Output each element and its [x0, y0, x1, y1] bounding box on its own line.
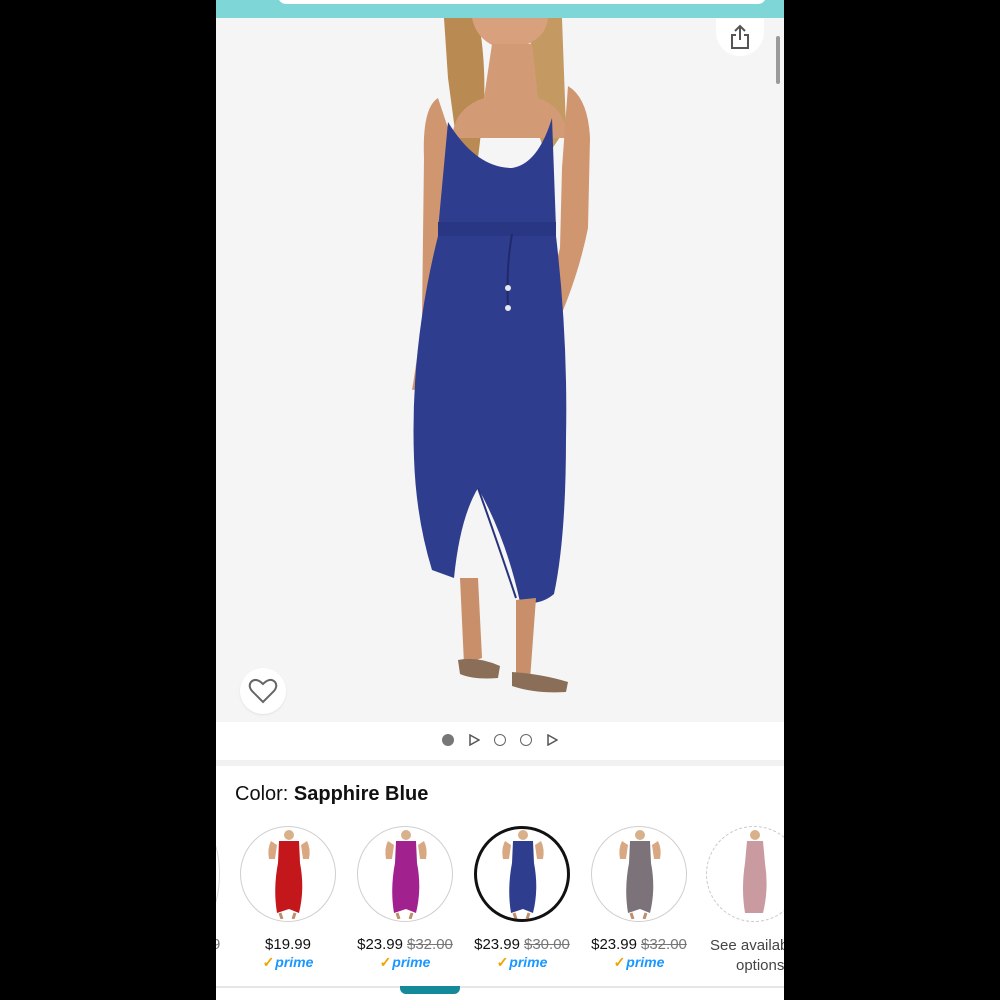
color-swatch-price: $23.99 $32.00 ✓prime: [345, 936, 465, 971]
scrollbar-thumb[interactable]: [776, 36, 780, 84]
dress-thumbnail: [385, 830, 427, 919]
prime-badge: ✓prime: [345, 954, 465, 971]
color-swatch-partial[interactable]: [216, 826, 220, 922]
prime-badge: ✓prime: [579, 954, 699, 971]
section-divider: [216, 760, 784, 766]
product-photo: [412, 18, 590, 693]
prime-check-icon: ✓: [262, 954, 275, 970]
color-swatch-price: $23.99 $32.00 ✓prime: [579, 936, 699, 971]
prime-badge: ✓prime: [228, 954, 348, 971]
model-legs: [460, 578, 482, 664]
price: $23.99: [357, 936, 403, 953]
header-bar: [216, 0, 784, 18]
dress-thumbnail: [743, 830, 767, 913]
color-swatch[interactable]: [591, 826, 687, 922]
prime-check-icon: ✓: [379, 954, 392, 970]
product-page: Color: Sapphire Blue 9 See availab optio…: [216, 0, 784, 1000]
color-swatch-more[interactable]: [706, 826, 784, 922]
list-price: $32.00: [641, 936, 687, 953]
selected-color-name: Sapphire Blue: [293, 783, 429, 805]
prime-label: prime: [392, 954, 431, 970]
share-icon: [731, 24, 749, 49]
wishlist-button[interactable]: [240, 668, 286, 714]
dress-thumbnail: [619, 830, 661, 919]
see-options-line1: See availab: [710, 937, 784, 954]
play-icon[interactable]: [546, 734, 558, 746]
dress-skirt: [413, 236, 567, 603]
color-swatch-price: $23.99 $30.00 ✓prime: [462, 936, 582, 971]
sandal-right: [512, 672, 568, 693]
list-price: $32.00: [407, 936, 453, 953]
prime-label: prime: [509, 954, 548, 970]
color-swatch[interactable]: [240, 826, 336, 922]
play-icon[interactable]: [468, 734, 480, 746]
color-swatch[interactable]: [357, 826, 453, 922]
heart-icon: [248, 678, 278, 704]
see-available-options-link[interactable]: See availab options: [710, 936, 784, 976]
gallery-indicator[interactable]: [216, 728, 784, 752]
prime-badge: ✓prime: [462, 954, 582, 971]
sandal-left: [458, 658, 500, 679]
see-options-line2: options: [736, 957, 784, 974]
dress-thumbnail: [502, 830, 544, 919]
price: $23.99: [474, 936, 520, 953]
bottom-tab-indicator: [400, 986, 460, 994]
color-swatch-partial-price: 9: [216, 936, 221, 953]
search-bar[interactable]: [278, 0, 766, 4]
prime-label: prime: [275, 954, 314, 970]
price: $19.99: [265, 936, 311, 953]
bottom-divider: [216, 986, 784, 988]
color-swatch[interactable]: [474, 826, 570, 922]
product-image-gallery[interactable]: [216, 18, 784, 722]
color-label: Color:: [235, 783, 294, 805]
dress-thumbnail: [268, 830, 310, 919]
price: $23.99: [591, 936, 637, 953]
list-price: $30.00: [524, 936, 570, 953]
gallery-dot[interactable]: [442, 734, 454, 746]
prime-label: prime: [626, 954, 665, 970]
prime-check-icon: ✓: [496, 954, 509, 970]
color-label-row: Color: Sapphire Blue: [235, 783, 428, 806]
gallery-dot[interactable]: [494, 734, 506, 746]
color-swatch-price: $19.99 ✓prime: [228, 936, 348, 971]
prime-check-icon: ✓: [613, 954, 626, 970]
gallery-dot[interactable]: [520, 734, 532, 746]
